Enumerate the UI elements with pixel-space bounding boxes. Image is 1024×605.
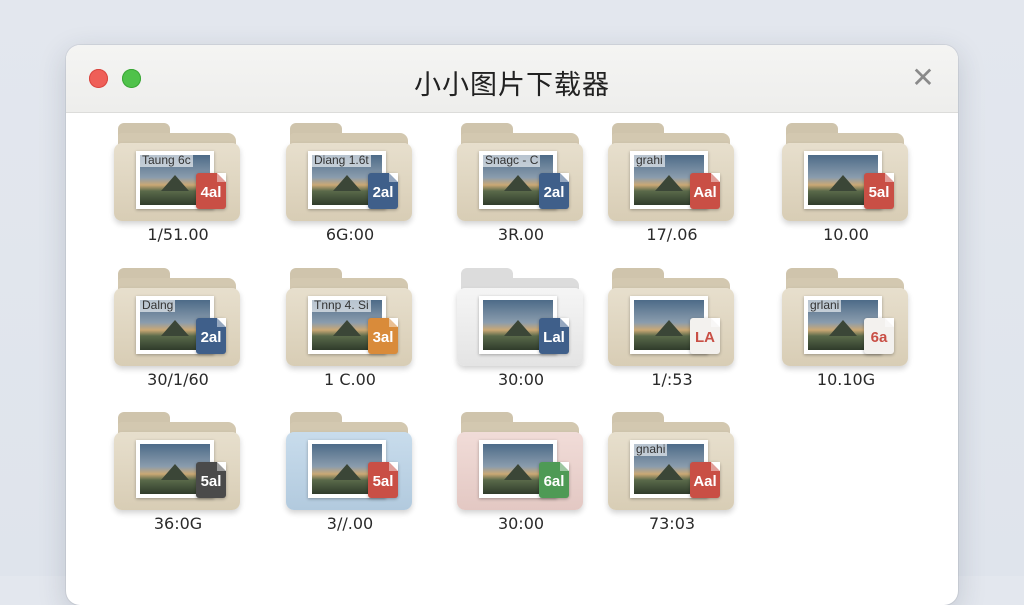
folder-icon: Dalng 2al xyxy=(114,268,240,368)
folder-item[interactable]: 6al 30:00 xyxy=(451,412,591,542)
folder-size-label: 73:03 xyxy=(648,514,696,533)
file-type-badge-icon: LA xyxy=(690,318,720,354)
folder-size-label: 17/.06 xyxy=(646,225,698,244)
photo-caption: Taung 6c xyxy=(140,153,193,167)
folder-item[interactable]: grlani 6a 10.10G xyxy=(776,268,916,398)
folder-icon: grahi Aal xyxy=(608,123,734,223)
file-type-badge-icon: 2al xyxy=(539,173,569,209)
photo-caption: Dalng xyxy=(140,298,176,312)
file-type-badge-icon: 3al xyxy=(368,318,398,354)
folder-icon: 6al xyxy=(457,412,583,512)
folder-icon: gnahi Aal xyxy=(608,412,734,512)
file-type-badge-icon: 5al xyxy=(368,462,398,498)
photo-caption: grahi xyxy=(634,153,665,167)
folder-size-label: 1 C.00 xyxy=(324,370,376,389)
folder-size-label: 10.00 xyxy=(823,225,869,244)
folder-item[interactable]: gnahi Aal 73:03 xyxy=(602,412,742,542)
file-type-badge-icon: 5al xyxy=(864,173,894,209)
folder-icon: grlani 6a xyxy=(782,268,908,368)
photo-caption: grlani xyxy=(808,298,842,312)
close-icon[interactable]: ✕ xyxy=(910,64,936,92)
folder-size-label: 1/51.00 xyxy=(147,225,209,244)
title-bar: 小小图片下载器 ✕ xyxy=(66,45,958,113)
folder-icon: Diang 1.6t 2al xyxy=(286,123,412,223)
downloader-window: 小小图片下载器 ✕ Taung 6c 4al 1/51.00 Diang 1.6… xyxy=(66,45,958,605)
folder-item[interactable]: 5al 3//.00 xyxy=(280,412,420,542)
folder-item[interactable]: Taung 6c 4al 1/51.00 xyxy=(108,123,248,253)
folder-item[interactable]: Tnnp 4. Si 3al 1 C.00 xyxy=(280,268,420,398)
photo-caption: Diang 1.6t xyxy=(312,153,371,167)
folder-size-label: 36:0G xyxy=(153,514,203,533)
folder-item[interactable]: grahi Aal 17/.06 xyxy=(602,123,742,253)
folder-item[interactable]: LA 1/:53 xyxy=(602,268,742,398)
folder-item[interactable]: Dalng 2al 30/1/60 xyxy=(108,268,248,398)
folder-grid: Taung 6c 4al 1/51.00 Diang 1.6t 2al 6G:0… xyxy=(66,113,958,605)
folder-item[interactable]: Snagc - C 2al 3R.00 xyxy=(451,123,591,253)
folder-icon: Tnnp 4. Si 3al xyxy=(286,268,412,368)
folder-size-label: 6G:00 xyxy=(325,225,375,244)
folder-item[interactable]: 5al 36:0G xyxy=(108,412,248,542)
folder-item[interactable]: Diang 1.6t 2al 6G:00 xyxy=(280,123,420,253)
folder-size-label: 30/1/60 xyxy=(147,370,209,389)
folder-icon: 5al xyxy=(782,123,908,223)
folder-size-label: 1/:53 xyxy=(651,370,693,389)
folder-icon: LA xyxy=(608,268,734,368)
file-type-badge-icon: 4al xyxy=(196,173,226,209)
folder-size-label: 10.10G xyxy=(816,370,876,389)
file-type-badge-icon: 6a xyxy=(864,318,894,354)
folder-size-label: 30:00 xyxy=(497,514,545,533)
photo-caption: Snagc - C xyxy=(483,153,541,167)
photo-caption: Tnnp 4. Si xyxy=(312,298,371,312)
file-type-badge-icon: 2al xyxy=(196,318,226,354)
file-type-badge-icon: Aal xyxy=(690,173,720,209)
folder-size-label: 30:00 xyxy=(497,370,545,389)
folder-size-label: 3//.00 xyxy=(326,514,374,533)
folder-item[interactable]: 5al 10.00 xyxy=(776,123,916,253)
folder-icon: 5al xyxy=(286,412,412,512)
folder-item[interactable]: Lal 30:00 xyxy=(451,268,591,398)
window-title: 小小图片下载器 xyxy=(414,70,610,101)
folder-icon: Taung 6c 4al xyxy=(114,123,240,223)
folder-size-label: 3R.00 xyxy=(497,225,545,244)
folder-icon: 5al xyxy=(114,412,240,512)
file-type-badge-icon: 2al xyxy=(368,173,398,209)
file-type-badge-icon: 6al xyxy=(539,462,569,498)
file-type-badge-icon: Lal xyxy=(539,318,569,354)
file-type-badge-icon: 5al xyxy=(196,462,226,498)
folder-icon: Lal xyxy=(457,268,583,368)
folder-icon: Snagc - C 2al xyxy=(457,123,583,223)
photo-caption: gnahi xyxy=(634,442,668,456)
file-type-badge-icon: Aal xyxy=(690,462,720,498)
